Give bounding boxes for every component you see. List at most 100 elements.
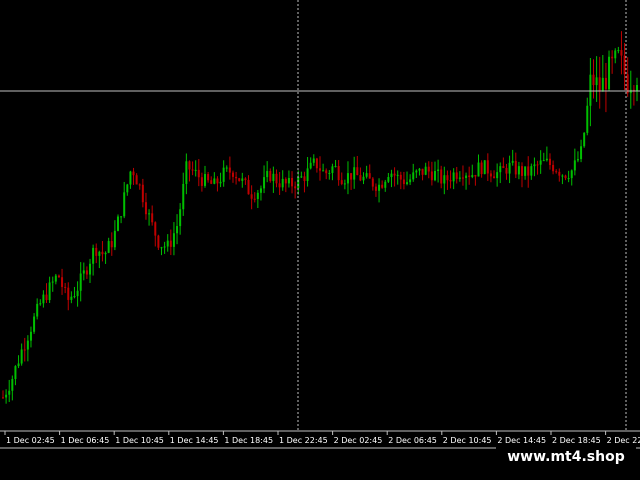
candle-body: [126, 184, 129, 193]
candle-body: [297, 176, 300, 189]
candle-body: [614, 50, 617, 59]
candle-body: [26, 340, 29, 350]
candle-body: [387, 177, 390, 182]
candle-body: [132, 171, 135, 176]
candle-body: [474, 175, 477, 177]
time-tick-label: 1 Dec 10:45: [115, 436, 164, 445]
candle-body: [583, 132, 586, 147]
candle-body: [154, 222, 157, 236]
candle-body: [620, 50, 623, 56]
candle-body: [424, 166, 427, 175]
candle-body: [337, 166, 340, 181]
candle-body: [595, 77, 598, 86]
candle-body: [191, 169, 194, 171]
candle-body: [576, 159, 579, 161]
candle-body: [505, 167, 508, 174]
time-tick-label: 1 Dec 22:45: [279, 436, 328, 445]
candle-body: [266, 170, 269, 178]
candle-body: [499, 166, 502, 173]
candle-body: [23, 349, 26, 351]
candle-body: [194, 169, 197, 171]
candle-body: [589, 74, 592, 106]
candle-body: [17, 363, 20, 367]
candle-body: [92, 247, 95, 264]
candle-body: [365, 173, 368, 177]
candle-body: [169, 240, 172, 247]
candle-body: [626, 74, 629, 94]
candle-body: [89, 263, 92, 275]
candle-body: [521, 166, 524, 176]
candle-body: [61, 277, 64, 287]
candle-body: [340, 180, 343, 184]
candle-body: [573, 160, 576, 171]
candle-body: [623, 55, 626, 75]
candle-body: [592, 74, 595, 86]
candle-body: [151, 213, 154, 223]
candle-body: [502, 166, 505, 168]
candle-body: [235, 176, 238, 179]
candle-body: [406, 182, 409, 185]
candle-body: [219, 181, 222, 184]
candle-body: [514, 160, 517, 175]
candle-body: [309, 162, 312, 169]
candle-body: [281, 178, 284, 188]
candle-body: [617, 50, 620, 52]
candle-body: [129, 171, 132, 185]
price-chart[interactable]: 1 Dec 02:45 1 Dec 06:45 1 Dec 10:45 1 Dec 1…: [0, 0, 640, 480]
candle-body: [300, 176, 303, 178]
candle-body: [29, 331, 32, 341]
candle-body: [182, 183, 185, 210]
time-tick-label: 1 Dec 18:45: [224, 436, 273, 445]
candle-body: [458, 177, 461, 179]
candle-body: [312, 158, 315, 163]
candle-body: [14, 366, 17, 380]
candle-body: [163, 246, 166, 248]
candle-body: [138, 184, 141, 186]
candle-body: [555, 171, 558, 173]
candle-body: [548, 158, 551, 165]
candle-body: [82, 270, 85, 274]
candle-body: [368, 173, 371, 179]
candle-body: [20, 349, 23, 364]
candle-body: [48, 282, 51, 301]
candle-body: [483, 160, 486, 175]
candle-body: [225, 167, 228, 169]
candle-body: [45, 294, 48, 301]
candle-body: [567, 178, 570, 180]
candle-body: [390, 173, 393, 178]
candle-body: [362, 176, 365, 181]
time-tick-label: 1 Dec 14:45: [170, 436, 219, 445]
candle-body: [256, 192, 259, 199]
candle-body: [204, 174, 207, 186]
candle-body: [42, 294, 45, 304]
candle-body: [430, 171, 433, 181]
candle-body: [350, 173, 353, 180]
candle-body: [101, 251, 104, 255]
candle-body: [328, 172, 331, 174]
time-tick-label: 2 Dec 18:45: [552, 436, 601, 445]
candle-body: [113, 230, 116, 248]
candle-body: [415, 170, 418, 173]
candle-body: [269, 170, 272, 182]
candle-body: [197, 169, 200, 178]
candle-body: [601, 77, 604, 92]
candle-body: [5, 394, 8, 398]
candle-body: [259, 188, 262, 193]
candle-body: [468, 175, 471, 177]
candle-body: [216, 178, 219, 184]
candle-body: [608, 56, 611, 90]
candle-body: [210, 180, 213, 184]
candle-body: [98, 251, 101, 256]
candle-body: [200, 177, 203, 186]
time-tick-label: 2 Dec 22:: [607, 436, 640, 445]
candle-body: [539, 160, 542, 165]
candle-body: [440, 169, 443, 184]
candle-body: [384, 181, 387, 188]
candle-body: [496, 172, 499, 179]
candle-body: [228, 167, 231, 173]
candle-body: [552, 164, 555, 172]
candle-body: [611, 56, 614, 59]
candle-body: [455, 172, 458, 179]
candle-body: [378, 184, 381, 191]
candle-body: [402, 179, 405, 185]
